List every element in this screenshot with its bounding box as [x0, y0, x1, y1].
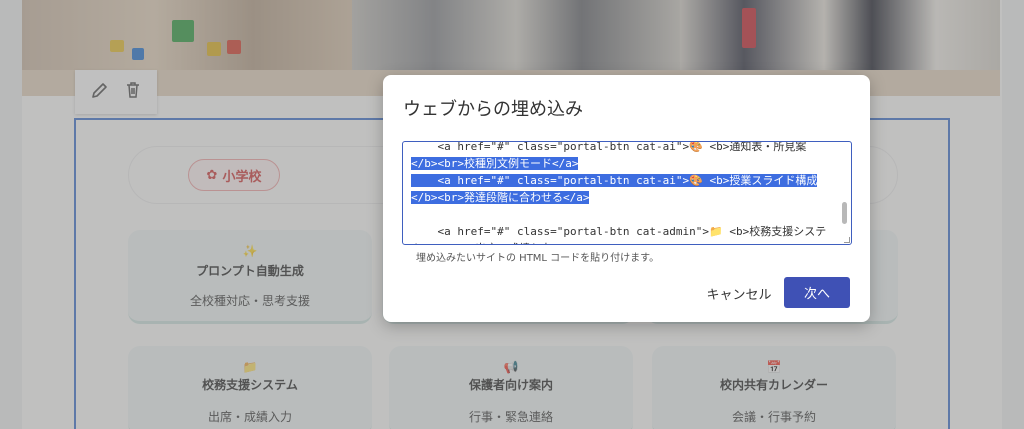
- textarea-scrollbar[interactable]: [842, 202, 847, 224]
- code-text: <a href="#" class="portal-btn cat-admin"…: [411, 225, 827, 238]
- code-line: </b><br>発達段階に合わせる</a>: [411, 189, 843, 206]
- code-line: </b><br>校種別文例モード</a>: [411, 155, 843, 172]
- dialog-title: ウェブからの埋め込み: [403, 99, 583, 120]
- html-code-textarea[interactable]: <a href="#" class="portal-btn cat-ai">🎨 …: [402, 141, 852, 245]
- selected-code-text: </b><br>校種別文例モード</a>: [411, 157, 579, 170]
- code-line: <a href="#" class="portal-btn cat-ai">🎨 …: [411, 172, 843, 189]
- selected-code-text: <a href="#" class="portal-btn cat-ai">🎨 …: [411, 174, 818, 187]
- code-text: ム</b><br>出席・成績入力</a>: [411, 242, 578, 244]
- next-button[interactable]: 次へ: [784, 277, 850, 308]
- code-content: <a href="#" class="portal-btn cat-ai">🎨 …: [411, 141, 843, 244]
- code-line: <a href="#" class="portal-btn cat-admin"…: [411, 223, 843, 240]
- help-text: 埋め込みたいサイトの HTML コードを貼り付けます。: [416, 253, 660, 264]
- selected-code-text: </b><br>発達段階に合わせる</a>: [411, 191, 590, 204]
- cancel-button[interactable]: キャンセル: [703, 278, 775, 308]
- resize-handle-icon[interactable]: [844, 237, 850, 243]
- code-text: <a href="#" class="portal-btn cat-ai">🎨 …: [411, 141, 807, 153]
- code-line: ム</b><br>出席・成績入力</a>: [411, 240, 843, 244]
- embed-dialog: ウェブからの埋め込み <a href="#" class="portal-btn…: [383, 75, 870, 322]
- code-line: <a href="#" class="portal-btn cat-ai">🎨 …: [411, 141, 843, 155]
